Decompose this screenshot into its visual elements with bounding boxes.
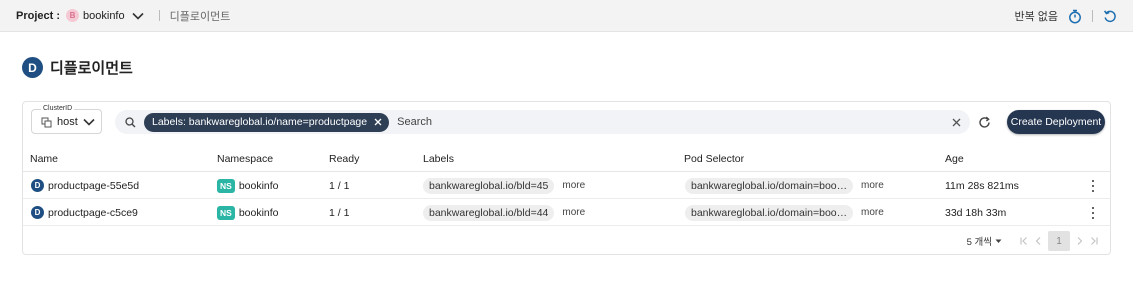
search-input[interactable] — [397, 112, 938, 132]
label-tag: bankwareglobal.io/bld=45 — [423, 177, 555, 194]
breadcrumb: 디플로이먼트 — [169, 10, 231, 23]
column-header-namespace[interactable]: Namespace — [217, 153, 273, 165]
ready-count: 1 / 1 — [329, 179, 350, 192]
divider — [158, 10, 160, 21]
namespace-badge: NS — [217, 178, 235, 193]
previous-page-icon[interactable] — [1032, 233, 1044, 249]
table-row[interactable]: D productpage-c5ce9 NS bookinfo 1 / 1 ba… — [23, 199, 1110, 226]
namespace-badge: NS — [217, 205, 235, 220]
next-page-icon[interactable] — [1074, 233, 1086, 249]
column-header-name[interactable]: Name — [30, 153, 58, 165]
age-value: 33d 18h 33m — [945, 206, 1007, 219]
selector-more-link[interactable]: more — [861, 180, 884, 191]
refresh-controls: 반복 없음 — [1014, 0, 1117, 32]
label-tag: bankwareglobal.io/bld=44 — [423, 204, 555, 221]
page-size-select[interactable]: 5 개씩 — [967, 234, 1002, 248]
refresh-icon[interactable] — [976, 114, 992, 130]
last-page-icon[interactable] — [1088, 233, 1100, 249]
filter-chip-label: Labels: bankwareglobal.io/name=productpa… — [152, 116, 368, 128]
more-vertical-icon[interactable] — [1090, 179, 1096, 193]
caret-down-icon — [995, 239, 1002, 243]
labels-more-link[interactable]: more — [562, 180, 585, 191]
namespace-name: bookinfo — [238, 179, 279, 192]
column-header-labels[interactable]: Labels — [423, 153, 454, 165]
repeat-interval-label[interactable]: 반복 없음 — [1014, 8, 1058, 24]
search-icon — [125, 116, 136, 128]
deployment-badge: D — [22, 57, 43, 78]
table-row[interactable]: D productpage-55e5d NS bookinfo 1 / 1 ba… — [23, 172, 1110, 199]
project-icon: B — [66, 9, 80, 22]
deployment-panel: ClusterID host Labels: bankwareglobal.io… — [22, 101, 1111, 255]
divider — [1092, 10, 1093, 22]
more-vertical-icon[interactable] — [1090, 206, 1096, 220]
project-chevron-down-icon[interactable] — [131, 9, 145, 23]
labels-more-link[interactable]: more — [562, 207, 585, 218]
pagination: 5 개씩 1 — [967, 231, 1100, 251]
cluster-select[interactable]: ClusterID host — [31, 105, 102, 134]
deployment-name[interactable]: productpage-c5ce9 — [48, 207, 138, 219]
top-bar: Project : B bookinfo 디플로이먼트 반복 없음 — [0, 0, 1133, 32]
ready-count: 1 / 1 — [329, 206, 350, 219]
cluster-value: host — [57, 116, 78, 128]
first-page-icon[interactable] — [1018, 233, 1030, 249]
table-header: Name Namespace Ready Labels Pod Selector… — [23, 146, 1110, 172]
deployment-icon: D — [31, 179, 44, 192]
column-header-pod-selector[interactable]: Pod Selector — [684, 153, 744, 165]
selector-tag: bankwareglobal.io/domain=boo… — [685, 177, 853, 194]
toolbar: ClusterID host Labels: bankwareglobal.io… — [23, 102, 1110, 142]
page-header: D 디플로이먼트 — [22, 57, 133, 78]
cluster-icon — [41, 117, 52, 128]
stopwatch-icon[interactable] — [1068, 9, 1082, 24]
undo-icon[interactable] — [1103, 9, 1117, 23]
selector-tag: bankwareglobal.io/domain=boo… — [685, 204, 853, 221]
current-page[interactable]: 1 — [1048, 231, 1070, 251]
chevron-down-icon — [83, 118, 95, 126]
page-title: 디플로이먼트 — [50, 60, 133, 77]
column-header-ready[interactable]: Ready — [329, 153, 359, 165]
filter-chip: Labels: bankwareglobal.io/name=productpa… — [144, 112, 390, 132]
deployment-icon: D — [31, 206, 44, 219]
age-value: 11m 28s 821ms — [945, 179, 1019, 192]
deployment-name[interactable]: productpage-55e5d — [48, 180, 139, 192]
project-label: Project : — [16, 9, 61, 22]
namespace-name: bookinfo — [238, 206, 279, 219]
column-header-age[interactable]: Age — [945, 153, 964, 165]
search-bar[interactable]: Labels: bankwareglobal.io/name=productpa… — [115, 110, 970, 134]
project-name[interactable]: bookinfo — [83, 10, 125, 22]
cluster-select-label: ClusterID — [41, 105, 75, 113]
create-deployment-button[interactable]: Create Deployment — [1007, 110, 1105, 134]
chip-close-icon[interactable] — [373, 117, 383, 127]
selector-more-link[interactable]: more — [861, 207, 884, 218]
clear-search-icon[interactable] — [950, 116, 962, 128]
page-size-label: 5 개씩 — [966, 237, 992, 248]
